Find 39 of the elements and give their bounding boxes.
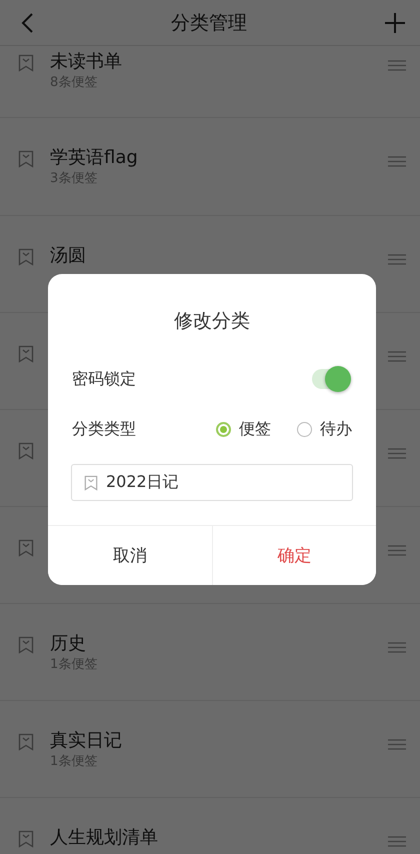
bookmark-icon — [18, 54, 34, 72]
radio-button[interactable] — [216, 422, 231, 436]
category-title: 历史 — [50, 632, 86, 656]
category-title: 学英语flag — [50, 146, 138, 170]
dialog-title: 修改分类 — [174, 309, 250, 334]
drag-handle-icon[interactable] — [388, 545, 406, 556]
add-icon[interactable] — [384, 12, 406, 34]
category-title: 真实日记 — [50, 729, 122, 753]
radio-button[interactable] — [297, 422, 312, 436]
drag-handle-icon[interactable] — [388, 642, 406, 653]
bookmark-icon — [18, 345, 34, 363]
drag-handle-icon[interactable] — [388, 156, 406, 167]
field-value: 2022日记 — [106, 472, 179, 493]
bookmark-icon — [18, 150, 34, 168]
drag-handle-icon[interactable] — [388, 448, 406, 459]
bookmark-icon — [18, 442, 34, 460]
name-field[interactable]: 2022日记 — [71, 464, 353, 501]
drag-handle-icon[interactable] — [388, 351, 406, 362]
bookmark-icon — [84, 474, 98, 490]
bookmark-icon — [18, 830, 34, 848]
back-icon[interactable] — [20, 12, 34, 34]
page-title: 分类管理 — [171, 10, 247, 36]
drag-handle-icon[interactable] — [388, 254, 406, 265]
bookmark-icon — [18, 539, 34, 557]
bookmark-icon — [18, 248, 34, 266]
category-title: 汤圆 — [50, 244, 86, 268]
radio-label[interactable]: 便签 — [239, 418, 271, 440]
confirm-button[interactable]: 确定 — [212, 526, 376, 585]
category-title: 人生规划清单 — [50, 826, 158, 850]
type-label: 分类类型 — [72, 418, 136, 440]
lock-label: 密码锁定 — [72, 368, 136, 390]
category-title: 未读书单 — [50, 50, 122, 74]
bookmark-icon — [18, 636, 34, 654]
lock-toggle[interactable] — [312, 369, 348, 389]
radio-label[interactable]: 待办 — [320, 418, 352, 440]
bookmark-icon — [18, 733, 34, 751]
drag-handle-icon[interactable] — [388, 836, 406, 847]
drag-handle-icon[interactable] — [388, 60, 406, 71]
drag-handle-icon[interactable] — [388, 739, 406, 750]
